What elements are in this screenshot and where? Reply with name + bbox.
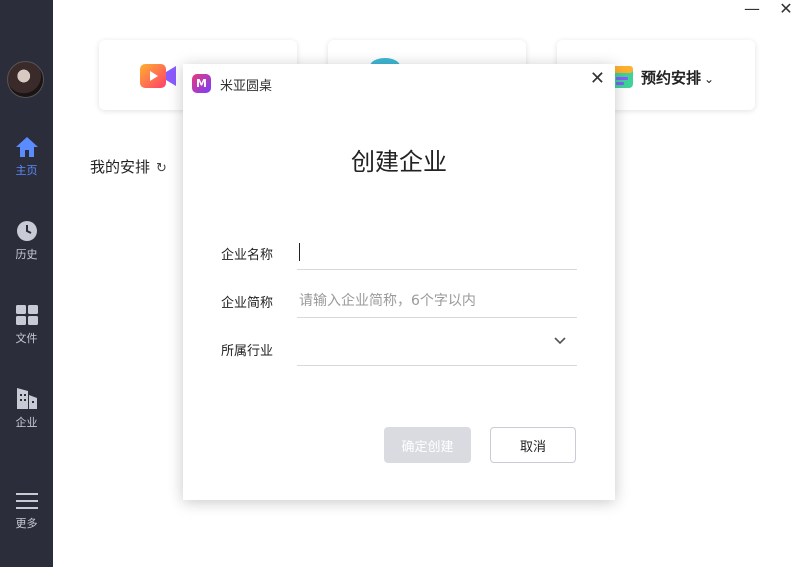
sidebar-item-home[interactable]: 主页 (0, 136, 53, 178)
enterprise-short-name-label: 企业简称 (221, 296, 274, 311)
sidebar-item-label: 主页 (15, 164, 38, 177)
enterprise-name-input[interactable] (297, 236, 577, 270)
minimize-button[interactable]: — (737, 0, 767, 20)
schedule-label: 预约安排 ⌄ (641, 67, 714, 88)
sidebar-item-label: 更多 (15, 517, 38, 530)
enterprise-name-label: 企业名称 (221, 248, 274, 263)
cancel-button[interactable]: 取消 (490, 427, 576, 463)
industry-label: 所属行业 (221, 344, 274, 359)
refresh-icon[interactable]: ↻ (156, 161, 167, 176)
sidebar-item-files[interactable]: 文件 (0, 304, 53, 346)
sidebar-item-more[interactable]: 更多 (0, 491, 53, 531)
app-logo-icon: M (192, 74, 211, 93)
sidebar-item-history[interactable]: 历史 (0, 220, 53, 262)
schedule-text: 预约安排 (641, 69, 702, 87)
avatar[interactable] (7, 61, 44, 98)
my-schedule-heading: 我的安排 ↻ (90, 156, 167, 177)
clock-icon (16, 221, 37, 241)
enterprise-short-name-input[interactable] (297, 284, 577, 318)
window-close-button[interactable]: ✕ (771, 0, 800, 20)
home-icon (15, 137, 38, 157)
sidebar-item-enterprise[interactable]: 企业 (0, 386, 53, 430)
industry-select[interactable] (297, 332, 577, 366)
grid-icon (15, 305, 38, 325)
create-enterprise-dialog: M 米亚圆桌 ✕ 创建企业 企业名称 企业简称 所属行业 确定创建 取消 (183, 64, 615, 500)
text-cursor (299, 243, 300, 261)
close-icon[interactable]: ✕ (590, 68, 605, 89)
sidebar: 主页 历史 文件 企业 更多 (0, 0, 53, 567)
menu-icon (15, 493, 38, 509)
chevron-down-icon[interactable] (553, 336, 567, 346)
my-schedule-label: 我的安排 (90, 158, 151, 176)
sidebar-item-label: 历史 (15, 248, 38, 261)
sidebar-item-label: 企业 (15, 416, 38, 429)
chevron-down-icon[interactable]: ⌄ (704, 72, 714, 86)
confirm-create-button[interactable]: 确定创建 (384, 427, 471, 463)
dialog-app-name: 米亚圆桌 (220, 79, 273, 94)
dialog-title: 创建企业 (351, 148, 447, 176)
video-icon (140, 64, 176, 88)
sidebar-item-label: 文件 (15, 332, 38, 345)
building-icon (16, 388, 37, 409)
